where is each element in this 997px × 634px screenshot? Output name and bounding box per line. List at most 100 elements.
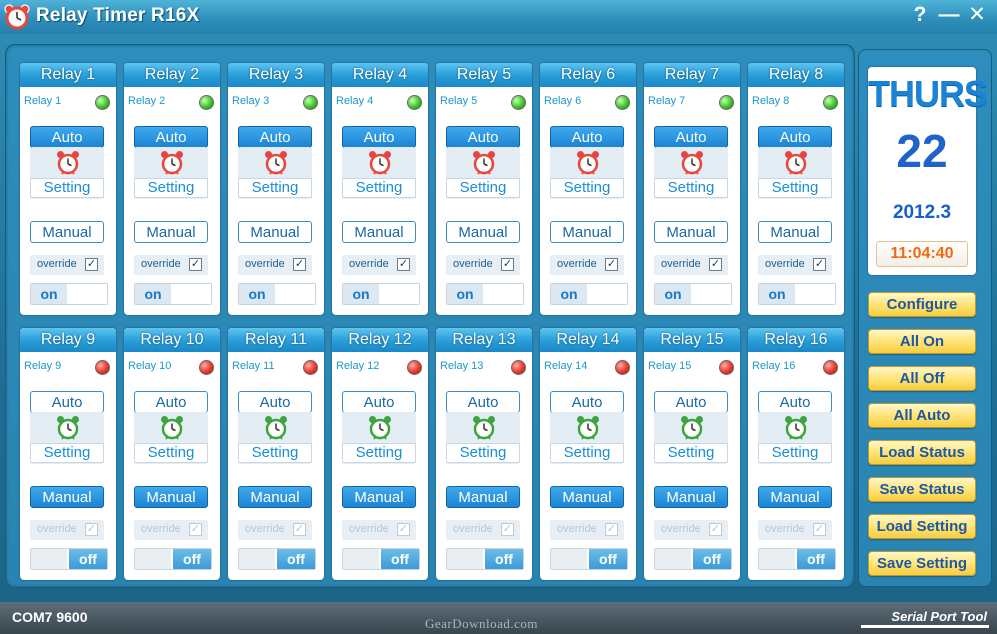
auto-button[interactable]: Auto (134, 391, 208, 413)
on-off-toggle[interactable]: off (446, 548, 524, 570)
save-setting-button[interactable]: Save Setting (868, 551, 976, 576)
override-checkbox[interactable]: ✓ (85, 523, 98, 536)
load-status-button[interactable]: Load Status (868, 440, 976, 465)
override-checkbox[interactable]: ✓ (605, 258, 618, 271)
setting-button[interactable]: Setting (446, 178, 520, 198)
auto-button[interactable]: Auto (654, 391, 728, 413)
auto-button[interactable]: Auto (446, 126, 520, 148)
override-checkbox[interactable]: ✓ (605, 523, 618, 536)
manual-button[interactable]: Manual (238, 486, 312, 508)
on-off-toggle[interactable]: off (134, 548, 212, 570)
manual-button[interactable]: Manual (342, 221, 416, 243)
override-checkbox[interactable]: ✓ (709, 258, 722, 271)
setting-button[interactable]: Setting (550, 178, 624, 198)
auto-button[interactable]: Auto (134, 126, 208, 148)
minimize-button[interactable]: — (937, 3, 961, 27)
setting-button[interactable]: Setting (238, 178, 312, 198)
auto-button[interactable]: Auto (550, 391, 624, 413)
manual-button[interactable]: Manual (446, 486, 520, 508)
override-label: override (661, 523, 701, 535)
on-off-toggle[interactable]: on (654, 283, 732, 305)
setting-button[interactable]: Setting (758, 443, 832, 463)
auto-button[interactable]: Auto (654, 126, 728, 148)
setting-button[interactable]: Setting (654, 178, 728, 198)
auto-button[interactable]: Auto (342, 126, 416, 148)
auto-button[interactable]: Auto (342, 391, 416, 413)
setting-button[interactable]: Setting (550, 443, 624, 463)
clock-time: 11:04:40 (876, 241, 968, 267)
title-bar[interactable]: Relay Timer R16X ? — ✕ (0, 0, 997, 34)
relay-label: Relay 9 (24, 360, 62, 372)
on-off-toggle[interactable]: on (550, 283, 628, 305)
setting-button[interactable]: Setting (134, 178, 208, 198)
auto-button[interactable]: Auto (758, 391, 832, 413)
load-setting-button[interactable]: Load Setting (868, 514, 976, 539)
manual-button[interactable]: Manual (446, 221, 520, 243)
auto-button[interactable]: Auto (30, 126, 104, 148)
on-off-toggle[interactable]: on (238, 283, 316, 305)
auto-button[interactable]: Auto (758, 126, 832, 148)
setting-button[interactable]: Setting (134, 443, 208, 463)
on-off-toggle[interactable]: on (758, 283, 836, 305)
auto-button[interactable]: Auto (30, 391, 104, 413)
on-off-toggle[interactable]: off (550, 548, 628, 570)
close-button[interactable]: ✕ (965, 3, 989, 27)
on-off-toggle[interactable]: off (342, 548, 420, 570)
on-off-toggle[interactable]: off (30, 548, 108, 570)
all-off-button[interactable]: All Off (868, 366, 976, 391)
setting-button[interactable]: Setting (342, 178, 416, 198)
on-off-toggle[interactable]: off (654, 548, 732, 570)
on-off-toggle[interactable]: on (342, 283, 420, 305)
override-checkbox[interactable]: ✓ (501, 258, 514, 271)
manual-button[interactable]: Manual (134, 221, 208, 243)
manual-button[interactable]: Manual (550, 486, 624, 508)
override-checkbox[interactable]: ✓ (189, 258, 202, 271)
manual-button[interactable]: Manual (134, 486, 208, 508)
override-checkbox[interactable]: ✓ (293, 523, 306, 536)
on-off-toggle[interactable]: off (238, 548, 316, 570)
setting-button[interactable]: Setting (238, 443, 312, 463)
manual-button[interactable]: Manual (654, 221, 728, 243)
setting-button[interactable]: Setting (30, 178, 104, 198)
override-checkbox[interactable]: ✓ (85, 258, 98, 271)
alarm-clock-icon (784, 150, 808, 176)
configure-button[interactable]: Configure (868, 292, 976, 317)
override-row: override ✓ (238, 255, 312, 275)
setting-button[interactable]: Setting (758, 178, 832, 198)
override-checkbox[interactable]: ✓ (293, 258, 306, 271)
override-checkbox[interactable]: ✓ (813, 523, 826, 536)
setting-button[interactable]: Setting (342, 443, 416, 463)
save-status-button[interactable]: Save Status (868, 477, 976, 502)
manual-button[interactable]: Manual (342, 486, 416, 508)
on-off-toggle[interactable]: off (758, 548, 836, 570)
auto-button[interactable]: Auto (550, 126, 624, 148)
all-auto-button[interactable]: All Auto (868, 403, 976, 428)
manual-button[interactable]: Manual (238, 221, 312, 243)
help-button[interactable]: ? (908, 3, 932, 27)
relay-card: Relay 14 Relay 14 Auto Setting Manual overrid… (540, 328, 636, 580)
override-checkbox[interactable]: ✓ (709, 523, 722, 536)
manual-button[interactable]: Manual (30, 486, 104, 508)
on-off-toggle[interactable]: on (30, 283, 108, 305)
auto-button[interactable]: Auto (238, 391, 312, 413)
auto-button[interactable]: Auto (446, 391, 520, 413)
on-off-toggle[interactable]: on (134, 283, 212, 305)
manual-button[interactable]: Manual (30, 221, 104, 243)
relay-title: Relay 4 (332, 63, 428, 87)
override-checkbox[interactable]: ✓ (813, 258, 826, 271)
override-checkbox[interactable]: ✓ (501, 523, 514, 536)
setting-button[interactable]: Setting (446, 443, 520, 463)
override-row: override ✓ (238, 520, 312, 540)
all-on-button[interactable]: All On (868, 329, 976, 354)
manual-button[interactable]: Manual (758, 486, 832, 508)
setting-button[interactable]: Setting (654, 443, 728, 463)
override-checkbox[interactable]: ✓ (397, 523, 410, 536)
auto-button[interactable]: Auto (238, 126, 312, 148)
on-off-toggle[interactable]: on (446, 283, 524, 305)
manual-button[interactable]: Manual (550, 221, 624, 243)
override-checkbox[interactable]: ✓ (189, 523, 202, 536)
override-checkbox[interactable]: ✓ (397, 258, 410, 271)
manual-button[interactable]: Manual (654, 486, 728, 508)
manual-button[interactable]: Manual (758, 221, 832, 243)
setting-button[interactable]: Setting (30, 443, 104, 463)
